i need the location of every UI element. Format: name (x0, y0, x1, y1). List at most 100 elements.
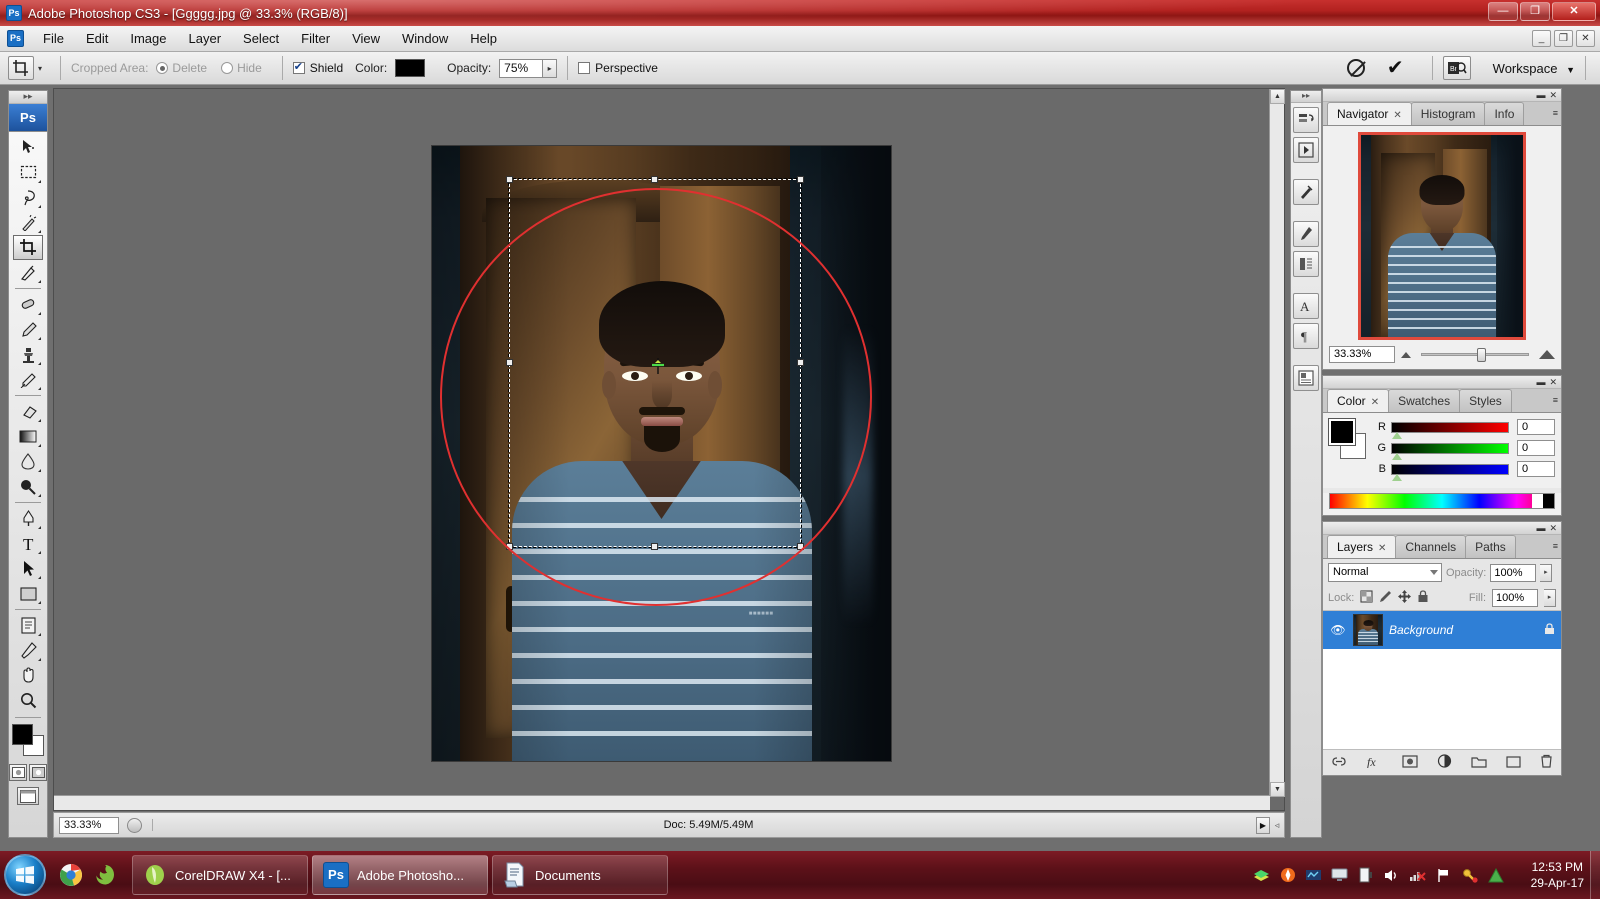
character-icon[interactable]: A (1293, 293, 1319, 319)
tab-layers[interactable]: Layers ✕ (1327, 535, 1397, 558)
status-preview-icon[interactable] (127, 817, 142, 833)
layer-mask-icon[interactable] (1402, 754, 1418, 771)
crop-tool-icon[interactable] (8, 56, 34, 80)
navigator-panel-menu-icon[interactable]: ≡ (1553, 109, 1561, 118)
small-mountain-icon[interactable] (1401, 351, 1411, 358)
layers-close-button[interactable]: ✕ (1549, 523, 1557, 533)
battery-icon[interactable] (1357, 867, 1374, 884)
foreground-color-swatch[interactable] (12, 724, 33, 745)
show-desktop-button[interactable] (1590, 851, 1600, 899)
layer-style-fx-icon[interactable]: fx (1366, 755, 1383, 771)
shield-checkbox-option[interactable]: Shield (292, 60, 343, 75)
lock-transparency-icon[interactable] (1360, 590, 1373, 606)
screen-mode-button[interactable] (9, 787, 47, 805)
doc-restore-button[interactable]: ❐ (1554, 30, 1573, 47)
delete-layer-icon[interactable] (1540, 754, 1553, 771)
layers-opacity-input[interactable]: 100% (1490, 563, 1537, 582)
action-center-flag-icon[interactable] (1435, 867, 1452, 884)
crop-handle-top-right[interactable] (797, 176, 804, 183)
tab-histogram[interactable]: Histogram (1410, 102, 1486, 125)
eraser-tool[interactable] (13, 399, 43, 424)
rectangular-marquee-tool[interactable] (13, 160, 43, 185)
layer-visibility-eye-icon[interactable]: 👁 (1329, 623, 1347, 637)
layers-list[interactable]: 👁 Background (1323, 611, 1561, 749)
menu-layer[interactable]: Layer (178, 27, 233, 50)
menu-edit[interactable]: Edit (75, 27, 119, 50)
doc-minimize-button[interactable]: _ (1532, 30, 1551, 47)
type-tool[interactable]: T (13, 531, 43, 556)
avast-icon[interactable] (1279, 867, 1296, 884)
standard-mode-icon[interactable] (9, 764, 27, 781)
minimize-button[interactable]: — (1488, 2, 1518, 21)
network-disconnected-icon[interactable] (1409, 867, 1426, 884)
tab-info[interactable]: Info (1484, 102, 1525, 125)
gradient-tool[interactable] (13, 424, 43, 449)
scroll-up-arrow[interactable]: ▲ (1270, 89, 1285, 104)
hand-tool[interactable] (13, 663, 43, 688)
taskbar-item-documents[interactable]: Documents (492, 855, 668, 895)
red-channel-value[interactable]: 0 (1517, 419, 1555, 435)
eyedropper-tool[interactable] (13, 638, 43, 663)
new-group-icon[interactable] (1471, 755, 1487, 771)
menu-image[interactable]: Image (119, 27, 177, 50)
scroll-down-arrow[interactable]: ▼ (1270, 782, 1285, 797)
layer-comps-icon[interactable] (1293, 365, 1319, 391)
red-channel-slider[interactable] (1391, 421, 1509, 439)
layers-opacity-spin[interactable]: ▸ (1540, 563, 1553, 582)
color-collapse-button[interactable]: ▬ (1536, 377, 1545, 387)
crop-handle-top-left[interactable] (506, 176, 513, 183)
menu-filter[interactable]: Filter (290, 27, 341, 50)
brush-tool[interactable] (13, 317, 43, 342)
dock-expand-arrow[interactable]: ▸▸ (1291, 91, 1321, 103)
tool-presets-icon[interactable] (1293, 179, 1319, 205)
firefox-icon[interactable] (92, 862, 118, 888)
large-mountain-icon[interactable] (1539, 350, 1555, 359)
lasso-tool[interactable] (13, 185, 43, 210)
menu-window[interactable]: Window (391, 27, 459, 50)
color-close-button[interactable]: ✕ (1549, 377, 1557, 387)
menu-help[interactable]: Help (459, 27, 508, 50)
healing-brush-tool[interactable] (13, 292, 43, 317)
slice-tool[interactable] (13, 260, 43, 285)
network-monitor-icon[interactable] (1305, 867, 1322, 884)
rectangle-shape-tool[interactable] (13, 581, 43, 606)
crop-handle-middle-left[interactable] (506, 359, 513, 366)
color-panel-menu-icon[interactable]: ≡ (1553, 396, 1561, 405)
crop-selection-marquee[interactable] (506, 176, 804, 550)
path-selection-tool[interactable] (13, 556, 43, 581)
hide-radio[interactable] (221, 62, 234, 74)
layers-fill-spin[interactable]: ▸ (1544, 589, 1556, 607)
clone-source-icon[interactable] (1293, 251, 1319, 277)
lock-all-icon[interactable] (1417, 590, 1429, 606)
history-icon[interactable] (1293, 107, 1319, 133)
menu-file[interactable]: File (32, 27, 75, 50)
zoom-tool[interactable] (13, 688, 43, 713)
layers-collapse-button[interactable]: ▬ (1536, 523, 1545, 533)
lock-image-icon[interactable] (1379, 590, 1392, 606)
menu-select[interactable]: Select (232, 27, 290, 50)
cancel-crop-icon[interactable] (1346, 59, 1365, 77)
tab-channels[interactable]: Channels (1395, 535, 1467, 558)
toolbar-grip[interactable]: ▸▸ (9, 91, 47, 104)
maximize-button[interactable]: ❐ (1520, 2, 1550, 21)
tab-styles[interactable]: Styles (1459, 389, 1512, 412)
magic-wand-tool[interactable] (13, 210, 43, 235)
navigator-thumbnail[interactable] (1358, 132, 1526, 340)
tool-preset-arrow[interactable]: ▾ (38, 64, 42, 73)
link-layers-icon[interactable] (1331, 755, 1347, 771)
workspace-button[interactable]: Workspace ▼ (1493, 61, 1575, 76)
layer-thumbnail[interactable] (1353, 614, 1383, 646)
layer-name[interactable]: Background (1389, 623, 1538, 637)
opacity-input[interactable]: 75% (499, 58, 544, 78)
green-channel-value[interactable]: 0 (1517, 440, 1555, 456)
windows-start-orb[interactable] (4, 854, 46, 896)
foreground-background-color-picker[interactable] (12, 724, 44, 756)
image-canvas[interactable]: ■■■■■■ (431, 145, 892, 762)
new-layer-icon[interactable] (1506, 755, 1521, 771)
crop-handle-bottom-left[interactable] (506, 543, 513, 550)
navigator-close-button[interactable]: ✕ (1549, 90, 1557, 100)
key-warning-icon[interactable] (1461, 867, 1478, 884)
taskbar-item-photoshop[interactable]: Ps Adobe Photosho... (312, 855, 488, 895)
navigator-collapse-button[interactable]: ▬ (1536, 90, 1545, 100)
crop-handle-middle-right[interactable] (797, 359, 804, 366)
